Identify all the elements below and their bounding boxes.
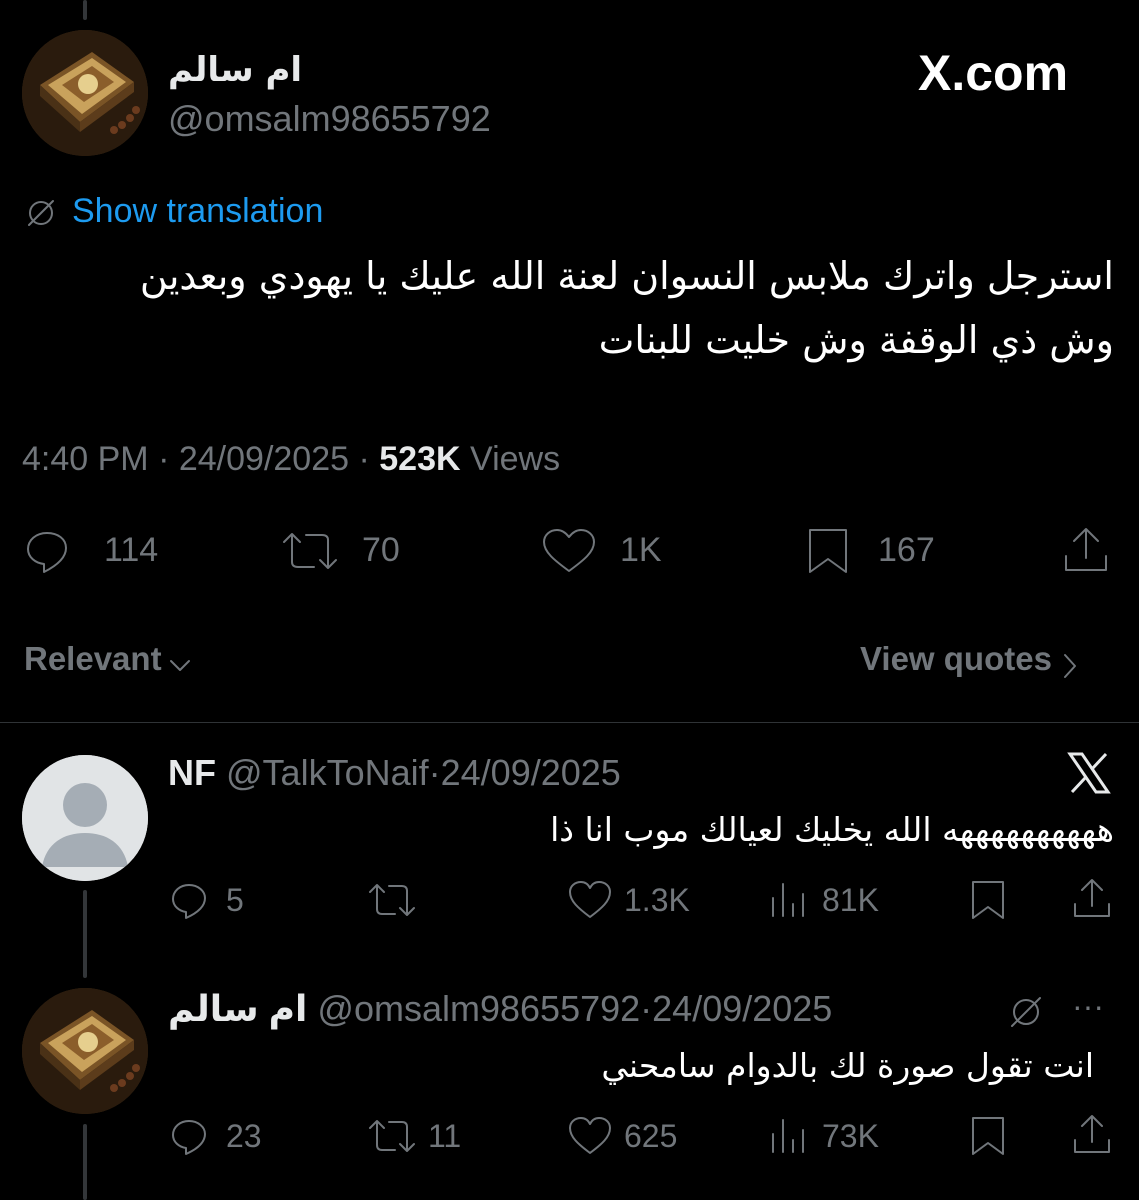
view-quotes-link[interactable]: View quotes (860, 640, 1084, 680)
tweet-text-line-1: استرجل واترك ملابس النسوان لعنة الله علي… (139, 254, 1114, 298)
meta-separator: · (428, 752, 441, 793)
like-count: 1K (620, 531, 662, 569)
x-logo-icon (1066, 750, 1112, 801)
chevron-right-icon (1064, 653, 1077, 678)
quran-book-icon (22, 30, 148, 156)
views-count: 73K (822, 1118, 879, 1154)
heart-icon (569, 881, 611, 918)
bookmark-button[interactable]: 167 (804, 526, 944, 576)
thread-line (83, 1124, 87, 1200)
handle[interactable]: @omsalm98655792 (168, 98, 491, 140)
reply-count: 5 (226, 882, 244, 918)
views-count: 81K (822, 882, 879, 918)
divider (0, 722, 1139, 723)
bookmark-button[interactable] (968, 878, 1008, 922)
more-options-button[interactable]: ··· (1072, 988, 1104, 1025)
like-count: 1.3K (624, 882, 690, 918)
thread-line-top (83, 0, 87, 20)
reply-display-name[interactable]: NF (168, 752, 216, 793)
avatar[interactable] (22, 30, 148, 156)
bookmark-count: 167 (878, 531, 935, 569)
views-button[interactable]: 81K (768, 878, 908, 922)
like-button[interactable]: 1.3K (566, 878, 706, 922)
share-button[interactable] (1070, 876, 1114, 922)
meta-separator: · (158, 440, 170, 478)
reply-avatar[interactable] (22, 755, 148, 881)
tweet-meta: 4:40 PM · 24/09/2025 · 523K Views (22, 440, 560, 479)
tweet-time[interactable]: 4:40 PM (22, 440, 149, 478)
like-button[interactable]: 625 (566, 1114, 706, 1158)
repost-count: 70 (362, 531, 400, 569)
reply-text: ههههههههههه الله يخليك لعيالك موب انا ذا (550, 810, 1114, 849)
translate-icon (1006, 992, 1046, 1037)
reply-header: ام سالم @omsalm98655792·24/09/2025 (168, 988, 832, 1030)
translate-icon (24, 196, 58, 235)
reply-icon (172, 1120, 206, 1155)
reply-button[interactable]: 23 (168, 1114, 288, 1158)
show-translation-link[interactable]: Show translation (72, 192, 323, 231)
reply-display-name[interactable]: ام سالم (168, 988, 307, 1029)
chevron-down-icon (170, 659, 191, 671)
views-count: 523K (379, 440, 461, 478)
reply-header: NF @TalkToNaif·24/09/2025 (168, 752, 621, 794)
default-avatar-icon (22, 755, 148, 881)
views-label: Views (470, 440, 561, 478)
bookmark-button[interactable] (968, 1114, 1008, 1158)
meta-separator: · (358, 440, 370, 478)
meta-separator: · (640, 988, 653, 1029)
view-quotes-label: View quotes (860, 640, 1052, 677)
repost-count: 11 (428, 1118, 462, 1154)
share-icon (1074, 1115, 1110, 1153)
repost-button[interactable]: 11 (366, 1114, 476, 1158)
reply-count: 114 (104, 531, 159, 569)
heart-icon (569, 1117, 611, 1154)
views-button[interactable]: 73K (768, 1114, 908, 1158)
share-icon (1065, 528, 1107, 571)
reply-handle[interactable]: @TalkToNaif (226, 752, 429, 793)
like-count: 625 (624, 1118, 678, 1154)
reply-text: انت تقول صورة لك بالدوام سامحني (601, 1046, 1094, 1085)
heart-icon (543, 529, 595, 572)
display-name[interactable]: ام سالم (168, 50, 308, 90)
tweet-date[interactable]: 24/09/2025 (179, 440, 349, 478)
repost-icon (283, 533, 337, 569)
like-button[interactable]: 1K (540, 526, 680, 576)
x-logo: X.com (918, 45, 1069, 101)
reply-button[interactable]: 5 (168, 878, 278, 922)
reply-date[interactable]: 24/09/2025 (441, 752, 621, 793)
sort-label: Relevant (24, 640, 162, 677)
reply-count: 23 (226, 1118, 262, 1154)
thread-line (83, 890, 87, 978)
analytics-icon (772, 883, 804, 917)
repost-icon (369, 884, 415, 916)
repost-button[interactable]: 70 (280, 526, 420, 576)
repost-icon (369, 1120, 415, 1152)
bookmark-icon (972, 1117, 1004, 1155)
repost-button[interactable] (366, 878, 476, 922)
analytics-icon (772, 1119, 804, 1153)
reply-icon (27, 532, 67, 573)
bookmark-icon (972, 881, 1004, 919)
bookmark-icon (809, 529, 847, 573)
reply-avatar[interactable] (22, 988, 148, 1114)
share-button[interactable] (1070, 1112, 1114, 1158)
share-icon (1074, 879, 1110, 917)
reply-handle[interactable]: @omsalm98655792 (317, 988, 640, 1029)
reply-button[interactable]: 114 (22, 526, 162, 576)
reply-icon (172, 884, 206, 919)
tweet-text-line-2: وش ذي الوقفة وش خليت للبنات (598, 318, 1114, 362)
sort-dropdown[interactable]: Relevant (24, 640, 194, 680)
quran-book-icon (22, 988, 148, 1114)
reply-date[interactable]: 24/09/2025 (652, 988, 832, 1029)
share-button[interactable] (1060, 524, 1112, 576)
